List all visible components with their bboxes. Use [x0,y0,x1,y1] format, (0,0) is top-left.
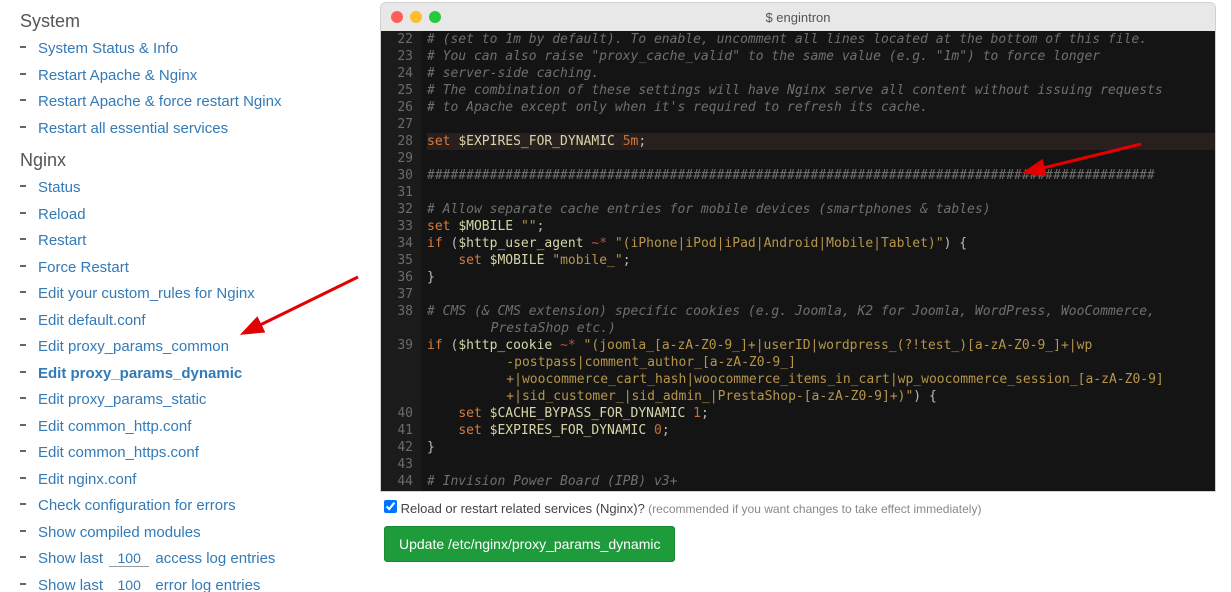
update-button[interactable]: Update /etc/nginx/proxy_params_dynamic [384,526,675,562]
sidebar-link[interactable]: Show compiled modules [38,524,201,541]
code-line: -postpass|comment_author_[a-zA-Z0-9_] [427,354,1215,371]
sidebar-item: Edit your custom_rules for Nginx [32,281,360,308]
sidebar-link[interactable]: Restart Apache & Nginx [38,67,197,84]
code-line: # CMS (& CMS extension) specific cookies… [427,303,1215,320]
sidebar-link[interactable]: Status [38,179,81,196]
sidebar-link[interactable]: Edit nginx.conf [38,471,136,488]
sidebar-item: Restart Apache & force restart Nginx [32,89,360,116]
editor-footer: Reload or restart related services (Ngin… [380,492,1216,570]
code-line: if ($http_cookie ~* "(joomla_[a-zA-Z0-9_… [427,337,1215,354]
code-line: # You can also raise "proxy_cache_valid"… [427,48,1215,65]
sidebar-item: Restart all essential services [32,116,360,143]
code-area[interactable]: # (set to 1m by default). To enable, unc… [421,31,1215,491]
log-count-input[interactable] [109,577,149,592]
code-line [427,116,1215,133]
sidebar-item: Edit nginx.conf [32,467,360,494]
code-line [427,456,1215,473]
sidebar-item: Check configuration for errors [32,493,360,520]
code-line: # Invision Power Board (IPB) v3+ [427,473,1215,490]
sidebar-group-title: System [20,11,360,32]
minimize-icon[interactable] [410,11,422,23]
sidebar-item: Edit common_https.conf [32,440,360,467]
close-icon[interactable] [391,11,403,23]
sidebar-link[interactable]: Show last access log entries [38,550,275,567]
sidebar-item: Show compiled modules [32,520,360,547]
code-line: } [427,439,1215,456]
sidebar-link[interactable]: Check configuration for errors [38,497,236,514]
code-line: set $EXPIRES_FOR_DYNAMIC 0; [427,422,1215,439]
checkbox-subtext: (recommended if you want changes to take… [645,502,982,516]
sidebar-item: Force Restart [32,255,360,282]
sidebar-group-list: System Status & Info Restart Apache & Ngi… [20,36,360,142]
code-line: if ($http_user_agent ~* "(iPhone|iPod|iP… [427,235,1215,252]
checkbox-text: Reload or restart related services (Ngin… [401,501,645,516]
code-line: # to Apache except only when it's requir… [427,99,1215,116]
code-line: set $EXPIRES_FOR_DYNAMIC 5m; [427,133,1215,150]
sidebar-link[interactable]: Edit proxy_params_dynamic [38,365,242,382]
sidebar-link[interactable]: Force Restart [38,259,129,276]
maximize-icon[interactable] [429,11,441,23]
code-line [427,184,1215,201]
sidebar-item: Restart Apache & Nginx [32,63,360,90]
sidebar-link[interactable]: Edit proxy_params_common [38,338,229,355]
code-line: set $MOBILE "mobile_"; [427,252,1215,269]
line-gutter: 2223242526272829303132333435363738394041… [381,31,421,491]
code-line: # (set to 1m by default). To enable, unc… [427,31,1215,48]
sidebar-item: Show last access log entries [32,546,360,573]
sidebar-link[interactable]: Edit default.conf [38,312,146,329]
sidebar-item: Edit default.conf [32,308,360,335]
code-line [427,286,1215,303]
sidebar-link[interactable]: Reload [38,206,86,223]
sidebar-link[interactable]: Restart all essential services [38,120,228,137]
code-line [427,150,1215,167]
code-line: ########################################… [427,167,1215,184]
sidebar-link[interactable]: Restart [38,232,86,249]
main-panel: $ engintron 2223242526272829303132333435… [380,0,1231,592]
code-line: set $CACHE_BYPASS_FOR_DYNAMIC 1; [427,405,1215,422]
sidebar-link[interactable]: Edit your custom_rules for Nginx [38,285,255,302]
sidebar-item: Edit proxy_params_dynamic [32,361,360,388]
code-line: set $MOBILE ""; [427,218,1215,235]
sidebar-item: Restart [32,228,360,255]
window-buttons [391,11,441,23]
restart-services-checkbox[interactable] [384,500,397,513]
window-title: $ engintron [381,10,1215,25]
sidebar-link[interactable]: Edit common_https.conf [38,444,199,461]
code-line: +|woocommerce_cart_hash|woocommerce_item… [427,371,1215,388]
log-count-input[interactable] [109,550,149,567]
restart-services-checkbox-label[interactable]: Reload or restart related services (Ngin… [384,501,981,516]
code-line: } [427,269,1215,286]
sidebar-link[interactable]: Edit proxy_params_static [38,391,206,408]
sidebar-item: System Status & Info [32,36,360,63]
sidebar-item: Edit common_http.conf [32,414,360,441]
code-line: # server-side caching. [427,65,1215,82]
code-line: # Allow separate cache entries for mobil… [427,201,1215,218]
code-editor[interactable]: 2223242526272829303132333435363738394041… [381,31,1215,491]
sidebar-item: Reload [32,202,360,229]
sidebar-item: Show last error log entries [32,573,360,592]
code-line: +|sid_customer_|sid_admin_|PrestaShop-[a… [427,388,1215,405]
sidebar-item: Edit proxy_params_common [32,334,360,361]
editor-window: $ engintron 2223242526272829303132333435… [380,2,1216,492]
sidebar: System System Status & Info Restart Apache… [0,0,380,592]
code-line: PrestaShop etc.) [427,320,1215,337]
sidebar-item: Status [32,175,360,202]
sidebar-link[interactable]: Show last error log entries [38,577,260,592]
sidebar-link[interactable]: System Status & Info [38,40,178,57]
sidebar-item: Edit proxy_params_static [32,387,360,414]
window-titlebar: $ engintron [381,3,1215,31]
code-line: # The combination of these settings will… [427,82,1215,99]
sidebar-group-title: Nginx [20,150,360,171]
sidebar-link[interactable]: Edit common_http.conf [38,418,191,435]
sidebar-group-list: Status Reload Restart Force Restart Edit you… [20,175,360,592]
sidebar-link[interactable]: Restart Apache & force restart Nginx [38,93,281,110]
